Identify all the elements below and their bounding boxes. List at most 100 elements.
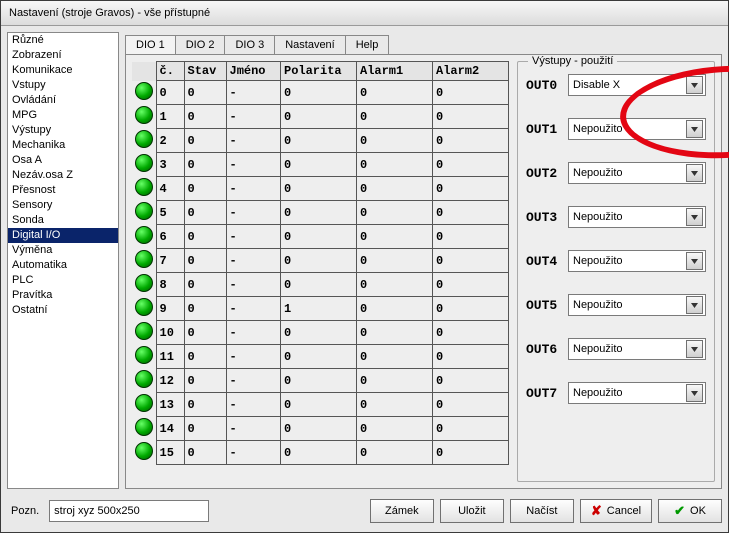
table-row[interactable]: 90-100 (132, 297, 509, 321)
tab-dio-1[interactable]: DIO 1 (125, 35, 176, 54)
cell-a2: 0 (433, 177, 509, 201)
cell-a1: 0 (357, 177, 433, 201)
table-row[interactable]: 40-000 (132, 177, 509, 201)
cell-a2: 0 (433, 345, 509, 369)
cell-jmeno: - (226, 393, 281, 417)
sidebar-item-p-esnost[interactable]: Přesnost (8, 183, 118, 198)
sidebar-item-sensory[interactable]: Sensory (8, 198, 118, 213)
load-button[interactable]: Načíst (510, 499, 574, 523)
cell-num: 11 (156, 345, 184, 369)
output-select-out4[interactable]: Nepoužito (568, 250, 706, 272)
sidebar-item-nez-v-osa-z[interactable]: Nezáv.osa Z (8, 168, 118, 183)
status-led-icon (135, 346, 153, 364)
ok-icon: ✔ (674, 503, 685, 519)
cell-a2: 0 (433, 417, 509, 441)
status-led-icon (135, 298, 153, 316)
sidebar-item-prav-tka[interactable]: Pravítka (8, 288, 118, 303)
sidebar-item-ostatn-[interactable]: Ostatní (8, 303, 118, 318)
tab-dio-3[interactable]: DIO 3 (224, 35, 275, 54)
table-row[interactable]: 50-000 (132, 201, 509, 225)
cell-a1: 0 (357, 441, 433, 465)
cell-a2: 0 (433, 249, 509, 273)
status-led-icon (135, 130, 153, 148)
sidebar-item-mechanika[interactable]: Mechanika (8, 138, 118, 153)
sidebar-item-v-stupy[interactable]: Výstupy (8, 123, 118, 138)
table-row[interactable]: 10-000 (132, 105, 509, 129)
output-label: OUT0 (526, 78, 568, 93)
cell-a1: 0 (357, 417, 433, 441)
sidebar-item-sonda[interactable]: Sonda (8, 213, 118, 228)
sidebar-item-digital-i-o[interactable]: Digital I/O (8, 228, 118, 243)
output-row: OUT1Nepoužito (526, 118, 706, 140)
tab-help[interactable]: Help (345, 35, 390, 54)
sidebar-item-mpg[interactable]: MPG (8, 108, 118, 123)
status-led-icon (135, 202, 153, 220)
cell-a1: 0 (357, 369, 433, 393)
table-row[interactable]: 120-000 (132, 369, 509, 393)
cell-pol: 0 (281, 393, 357, 417)
table-row[interactable]: 110-000 (132, 345, 509, 369)
output-select-out5[interactable]: Nepoužito (568, 294, 706, 316)
output-select-out0[interactable]: Disable X (568, 74, 706, 96)
cell-jmeno: - (226, 297, 281, 321)
sidebar-item-komunikace[interactable]: Komunikace (8, 63, 118, 78)
tab-nastaven-[interactable]: Nastavení (274, 35, 346, 54)
tab-dio-2[interactable]: DIO 2 (175, 35, 226, 54)
output-row: OUT7Nepoužito (526, 382, 706, 404)
status-led-icon (135, 418, 153, 436)
output-value: Nepoužito (573, 255, 623, 267)
table-row[interactable]: 20-000 (132, 129, 509, 153)
output-value: Nepoužito (573, 387, 623, 399)
cell-a1: 0 (357, 297, 433, 321)
table-row[interactable]: 30-000 (132, 153, 509, 177)
cancel-button[interactable]: ✘ Cancel (580, 499, 652, 523)
output-select-out6[interactable]: Nepoužito (568, 338, 706, 360)
output-value: Nepoužito (573, 299, 623, 311)
ok-button[interactable]: ✔ OK (658, 499, 722, 523)
settings-window: Nastavení (stroje Gravos) - vše přístupn… (0, 0, 729, 533)
save-button[interactable]: Uložit (440, 499, 504, 523)
sidebar-item-v-m-na[interactable]: Výměna (8, 243, 118, 258)
chevron-down-icon (686, 120, 703, 138)
status-led-icon (135, 322, 153, 340)
note-label: Pozn. (7, 505, 43, 517)
table-row[interactable]: 150-000 (132, 441, 509, 465)
table-row[interactable]: 140-000 (132, 417, 509, 441)
cell-jmeno: - (226, 417, 281, 441)
sidebar-item-r-zn-[interactable]: Různé (8, 33, 118, 48)
output-row: OUT4Nepoužito (526, 250, 706, 272)
table-row[interactable]: 70-000 (132, 249, 509, 273)
footer-bar: Pozn. Zámek Uložit Načíst ✘ Cancel ✔ OK (7, 496, 722, 526)
table-row[interactable]: 130-000 (132, 393, 509, 417)
output-select-out2[interactable]: Nepoužito (568, 162, 706, 184)
outputs-group: Výstupy - použití OUT0Disable XOUT1Nepou… (517, 61, 715, 482)
cell-pol: 0 (281, 225, 357, 249)
output-value: Nepoužito (573, 211, 623, 223)
output-row: OUT6Nepoužito (526, 338, 706, 360)
cell-stav: 0 (184, 321, 226, 345)
table-row[interactable]: 00-000 (132, 81, 509, 105)
cell-a2: 0 (433, 441, 509, 465)
table-row[interactable]: 80-000 (132, 273, 509, 297)
sidebar-item-zobrazen-[interactable]: Zobrazení (8, 48, 118, 63)
table-row[interactable]: 60-000 (132, 225, 509, 249)
lock-button[interactable]: Zámek (370, 499, 434, 523)
output-select-out7[interactable]: Nepoužito (568, 382, 706, 404)
col-header: Alarm2 (433, 62, 509, 81)
sidebar-item-ovl-d-n-[interactable]: Ovládání (8, 93, 118, 108)
cell-stav: 0 (184, 153, 226, 177)
table-row[interactable]: 100-000 (132, 321, 509, 345)
cell-a2: 0 (433, 321, 509, 345)
chevron-down-icon (686, 384, 703, 402)
note-input[interactable] (49, 500, 208, 522)
cell-stav: 0 (184, 369, 226, 393)
cell-a1: 0 (357, 129, 433, 153)
cell-num: 12 (156, 369, 184, 393)
cell-a2: 0 (433, 393, 509, 417)
sidebar-item-osa-a[interactable]: Osa A (8, 153, 118, 168)
sidebar-item-vstupy[interactable]: Vstupy (8, 78, 118, 93)
sidebar-item-automatika[interactable]: Automatika (8, 258, 118, 273)
sidebar-item-plc[interactable]: PLC (8, 273, 118, 288)
output-select-out3[interactable]: Nepoužito (568, 206, 706, 228)
output-select-out1[interactable]: Nepoužito (568, 118, 706, 140)
